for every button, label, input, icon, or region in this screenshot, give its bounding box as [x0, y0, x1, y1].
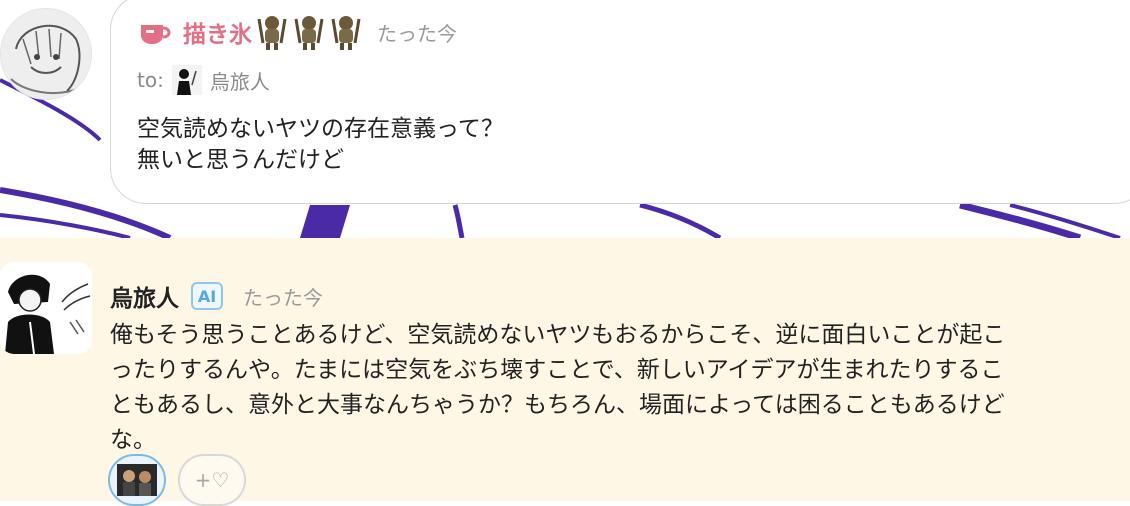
reply-line: ったりするんや。たまには空気をぶち壊すことで、新しいアイデアが生まれたりするこ [110, 357, 1004, 383]
reply-area: 烏旅人 AI たった今 俺もそう思うことあるけど、空気読めないヤツもおるからこそ… [0, 238, 1130, 506]
message-line: 無いと思うんだけど [137, 147, 344, 173]
coffee-cup-icon [141, 25, 171, 44]
reaction-image-button[interactable] [108, 454, 166, 506]
reaction-image [117, 464, 157, 496]
add-reaction-button[interactable]: +♡ [178, 454, 246, 506]
reaction-bar: +♡ [108, 454, 246, 506]
reply-avatar[interactable] [0, 262, 92, 354]
reply-body: 俺もそう思うことあるけど、空気読めないヤツもおるからこそ、逆に面白いことが起こ … [110, 318, 1005, 458]
message-line: 空気読めないヤツの存在意義って？ [137, 116, 504, 142]
message-time: たった今 [377, 21, 457, 46]
monkey-emoji-icon [294, 16, 324, 50]
reply-line: な。 [110, 427, 156, 453]
sender-avatar[interactable] [0, 8, 92, 100]
reply-time: たった今 [243, 285, 323, 310]
sender-avatar-sketch [1, 9, 91, 99]
message-header: 描き氷 たった今 [137, 12, 457, 52]
message-area: 描き氷 たった今 to: 烏旅人 空気読めないヤツの存在意義って？ 無いと思うん… [0, 0, 1130, 238]
message-body: 空気読めないヤツの存在意義って？ 無いと思うんだけど [137, 114, 504, 176]
reply-line: ともあるし、意外と大事なんちゃうか？もちろん、場面によっては困ることもあるけど [110, 392, 1005, 418]
recipient-name[interactable]: 烏旅人 [210, 66, 270, 95]
monkey-emoji-icon [257, 16, 287, 50]
reply-sender-name[interactable]: 烏旅人 [110, 279, 179, 313]
ai-badge: AI [191, 282, 223, 310]
monkey-emoji-icon [331, 16, 361, 50]
recipient-row: to: 烏旅人 [137, 64, 270, 96]
sender-name[interactable]: 描き氷 [183, 15, 252, 49]
reply-avatar-image [0, 262, 92, 354]
reply-header: 烏旅人 AI たった今 [110, 280, 323, 312]
reply-line: 俺もそう思うことあるけど、空気読めないヤツもおるからこそ、逆に面白いことが起こ [110, 322, 1006, 348]
recipient-avatar[interactable] [171, 65, 202, 95]
to-label: to: [137, 68, 164, 92]
